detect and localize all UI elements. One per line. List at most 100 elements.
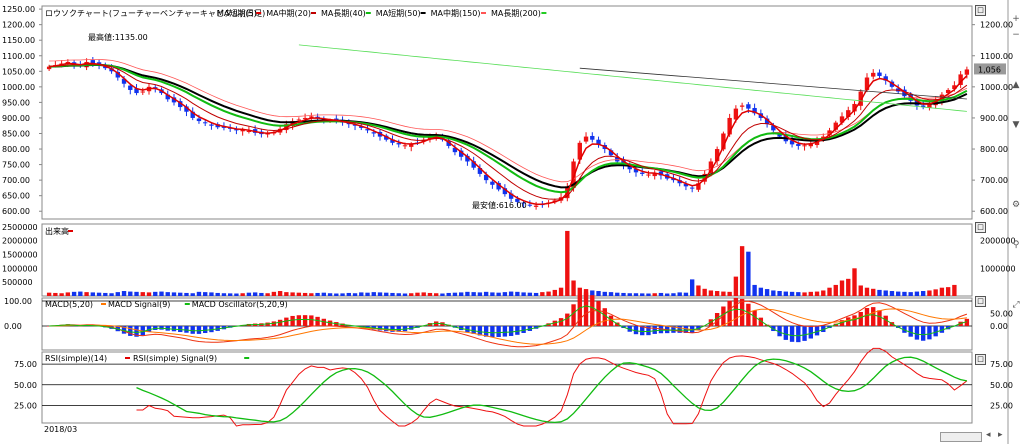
scroll-left-icon[interactable]: ◂ <box>986 430 991 440</box>
volume-bar <box>434 293 439 296</box>
volume-bar <box>109 293 114 296</box>
macd-left-tick: 0.00 <box>4 322 22 331</box>
volume-bar <box>864 287 870 296</box>
volume-bar <box>596 291 601 296</box>
volume-bar <box>96 292 102 296</box>
volume-bar <box>309 293 314 296</box>
volume-bar <box>552 289 558 296</box>
candle-body <box>209 124 214 126</box>
volume-bar <box>190 293 195 296</box>
rsi-left-tick: 75.00 <box>14 360 37 369</box>
volume-bar <box>577 287 582 296</box>
volume-bar <box>352 293 358 296</box>
stock-chart: 1250.00 1200.00 1150.00 1100.00 1050.00 1000.… <box>0 0 1016 444</box>
pin-icon[interactable]: ⚲ <box>1009 240 1023 252</box>
volume-bar <box>178 292 183 296</box>
zoom-in-icon[interactable]: + <box>1009 14 1023 26</box>
volume-bar <box>321 292 327 296</box>
volume-bar <box>677 292 682 296</box>
volume-bar <box>359 292 364 296</box>
candle-body <box>646 174 651 176</box>
macd-legend-swatch <box>184 303 190 305</box>
volume-bar <box>621 292 626 296</box>
volume-bar <box>515 291 520 296</box>
price-left-tick: 1150.00 <box>2 36 35 45</box>
macd-legend-item: MACD Signal(9) <box>108 300 170 309</box>
volume-bar <box>708 290 714 296</box>
price-legend-item: MA長期(200) <box>491 9 541 18</box>
volume-bar <box>808 291 813 296</box>
macd-oscillator-bar <box>789 326 795 342</box>
volume-left-tick: 500000 <box>2 278 33 287</box>
price-right-tick: 600.00 <box>980 207 1008 216</box>
volume-bar <box>777 291 782 296</box>
macd-oscillator-bar <box>652 326 657 334</box>
volume-panel-toggle-button[interactable]: □ <box>975 222 986 233</box>
expand-icon[interactable]: ⤢ <box>1009 300 1023 312</box>
volume-panel-title: 出来高 <box>45 226 69 236</box>
volume-bar <box>402 293 408 296</box>
rsi-right-tick: 50.00 <box>990 381 1013 390</box>
volume-bar <box>758 287 764 296</box>
volume-bar <box>721 291 726 296</box>
volume-legend-swatch <box>68 230 73 232</box>
volume-bar <box>165 292 170 296</box>
volume-left-tick: 2000000 <box>2 237 38 246</box>
volume-bar <box>421 292 426 296</box>
volume-bar <box>590 290 595 296</box>
macd-panel-toggle-button[interactable]: □ <box>975 296 986 307</box>
candle-body <box>590 135 595 140</box>
macd-legend-swatch <box>101 303 106 305</box>
volume-bar <box>184 292 189 296</box>
price-legend-item: MA中期(20) <box>266 8 311 18</box>
volume-bar <box>646 293 651 296</box>
price-left-tick: 650.00 <box>2 192 30 201</box>
volume-bar <box>409 293 414 296</box>
scroll-up-icon[interactable]: ▲ <box>1009 80 1023 92</box>
volume-bar <box>671 293 676 296</box>
volume-bar <box>315 292 320 296</box>
candle-body <box>396 143 401 145</box>
volume-bar <box>78 291 83 296</box>
price-legend-item-swatch <box>256 12 262 14</box>
scroll-down-icon[interactable]: ▼ <box>1009 120 1023 132</box>
candle-body <box>640 172 645 174</box>
rsi-right-tick: 75.00 <box>990 360 1013 369</box>
macd-panel-title: MACD(5,20) <box>45 300 93 309</box>
rsi-panel-toggle-button[interactable]: □ <box>975 354 986 365</box>
volume-bar <box>739 246 745 296</box>
price-left-tick: 1000.00 <box>2 83 35 92</box>
candle-body <box>871 72 876 77</box>
candle-body <box>746 104 751 109</box>
volume-bar <box>839 280 845 296</box>
price-left-tick: 700.00 <box>2 176 30 185</box>
time-scrollbar[interactable] <box>940 432 982 442</box>
volume-bar <box>265 293 270 296</box>
volume-bar <box>121 291 127 296</box>
price-left-tick: 600.00 <box>2 207 30 216</box>
price-legend-item: MA短期(50) <box>376 8 421 18</box>
volume-bar <box>814 291 820 296</box>
price-left-tick: 800.00 <box>2 145 30 154</box>
volume-bar <box>134 291 139 296</box>
volume-bar <box>128 291 133 296</box>
macd-oscillator-bar <box>602 308 607 326</box>
volume-bar <box>640 293 645 296</box>
price-panel-toggle-button[interactable]: □ <box>975 5 986 16</box>
settings-icon[interactable]: ⚙ <box>1009 200 1023 212</box>
scroll-right-icon[interactable]: ▸ <box>998 430 1003 440</box>
volume-bar <box>521 292 526 296</box>
low-annotation: 最安値:616.00 <box>472 200 527 210</box>
macd-oscillator-bar <box>583 292 589 326</box>
volume-bar <box>46 292 52 296</box>
zoom-out-icon[interactable]: − <box>1009 30 1023 42</box>
price-right-tick: 800.00 <box>980 145 1008 154</box>
rsi-right-tick: 25.00 <box>990 401 1013 410</box>
macd-right-tick: 0.00 <box>990 322 1008 331</box>
macd-oscillator-bar <box>877 310 882 326</box>
volume-bar <box>234 293 239 296</box>
candle-body <box>964 69 970 75</box>
price-left-tick: 1250.00 <box>2 5 35 14</box>
volume-bar <box>209 292 214 296</box>
volume-left-tick: 2500000 <box>2 223 38 232</box>
